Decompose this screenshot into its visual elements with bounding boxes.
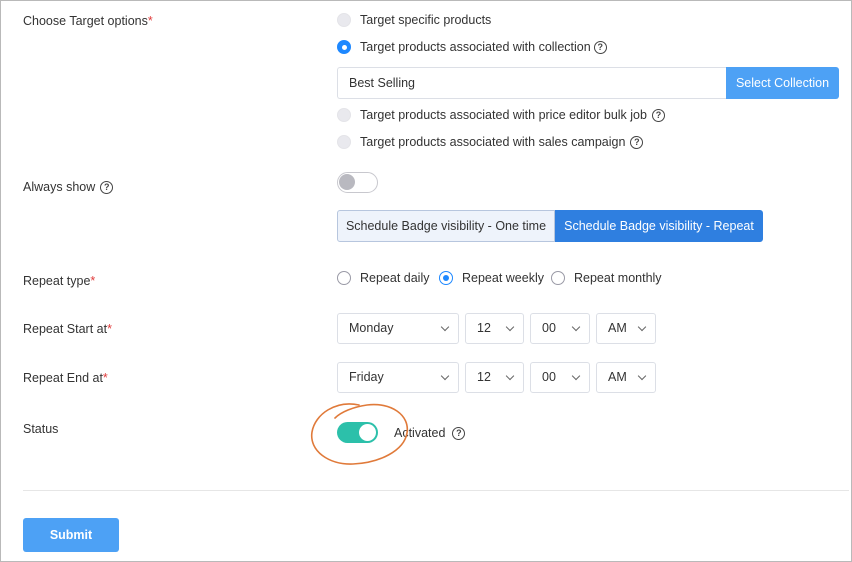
always-show-toggle[interactable] — [337, 172, 378, 193]
repeat-weekly-option[interactable]: Repeat weekly — [439, 271, 544, 285]
target-option-collection[interactable]: Target products associated with collecti… — [337, 40, 607, 54]
select-collection-button[interactable]: Select Collection — [726, 67, 839, 99]
help-icon[interactable]: ? — [651, 108, 665, 122]
radio-specific-products[interactable] — [337, 13, 351, 27]
help-icon[interactable]: ? — [630, 135, 644, 149]
repeat-start-label: Repeat Start at* — [23, 322, 112, 336]
chevron-down-icon — [505, 371, 515, 381]
toggle-knob — [339, 174, 355, 190]
chevron-down-icon — [440, 322, 450, 332]
divider — [23, 490, 849, 491]
end-day-select[interactable]: Friday — [337, 362, 459, 393]
radio-repeat-monthly[interactable] — [551, 271, 565, 285]
end-hour-select[interactable]: 12 — [465, 362, 524, 393]
target-options-label: Choose Target options* — [23, 14, 153, 28]
always-show-label: Always show? — [23, 180, 114, 195]
target-option-sales-campaign[interactable]: Target products associated with sales ca… — [337, 135, 644, 149]
annotation-circle — [311, 403, 409, 465]
chevron-down-icon — [637, 322, 647, 332]
start-minute-select[interactable]: 00 — [530, 313, 590, 344]
chevron-down-icon — [571, 322, 581, 332]
schedule-one-time-tab[interactable]: Schedule Badge visibility - One time — [337, 210, 555, 242]
chevron-down-icon — [440, 371, 450, 381]
start-hour-select[interactable]: 12 — [465, 313, 524, 344]
form-panel: Choose Target options* Target specific p… — [0, 0, 852, 562]
start-ampm-select[interactable]: AM — [596, 313, 656, 344]
target-option-specific-products[interactable]: Target specific products — [337, 13, 491, 27]
collection-input[interactable]: Best Selling — [337, 67, 726, 99]
repeat-type-label: Repeat type* — [23, 274, 96, 288]
chevron-down-icon — [637, 371, 647, 381]
repeat-daily-option[interactable]: Repeat daily — [337, 271, 430, 285]
radio-price-editor[interactable] — [337, 108, 351, 122]
end-minute-select[interactable]: 00 — [530, 362, 590, 393]
start-day-select[interactable]: Monday — [337, 313, 459, 344]
radio-sales-campaign[interactable] — [337, 135, 351, 149]
repeat-monthly-option[interactable]: Repeat monthly — [551, 271, 662, 285]
submit-button[interactable]: Submit — [23, 518, 119, 552]
status-label: Status — [23, 422, 59, 436]
help-icon[interactable]: ? — [452, 427, 466, 441]
end-ampm-select[interactable]: AM — [596, 362, 656, 393]
repeat-end-label: Repeat End at* — [23, 371, 108, 385]
radio-repeat-weekly[interactable] — [439, 271, 453, 285]
radio-collection[interactable] — [337, 40, 351, 54]
radio-repeat-daily[interactable] — [337, 271, 351, 285]
help-icon[interactable]: ? — [593, 40, 607, 54]
chevron-down-icon — [505, 322, 515, 332]
schedule-repeat-tab[interactable]: Schedule Badge visibility - Repeat — [555, 210, 763, 242]
help-icon[interactable]: ? — [100, 181, 114, 195]
chevron-down-icon — [571, 371, 581, 381]
target-option-price-editor[interactable]: Target products associated with price ed… — [337, 108, 665, 122]
